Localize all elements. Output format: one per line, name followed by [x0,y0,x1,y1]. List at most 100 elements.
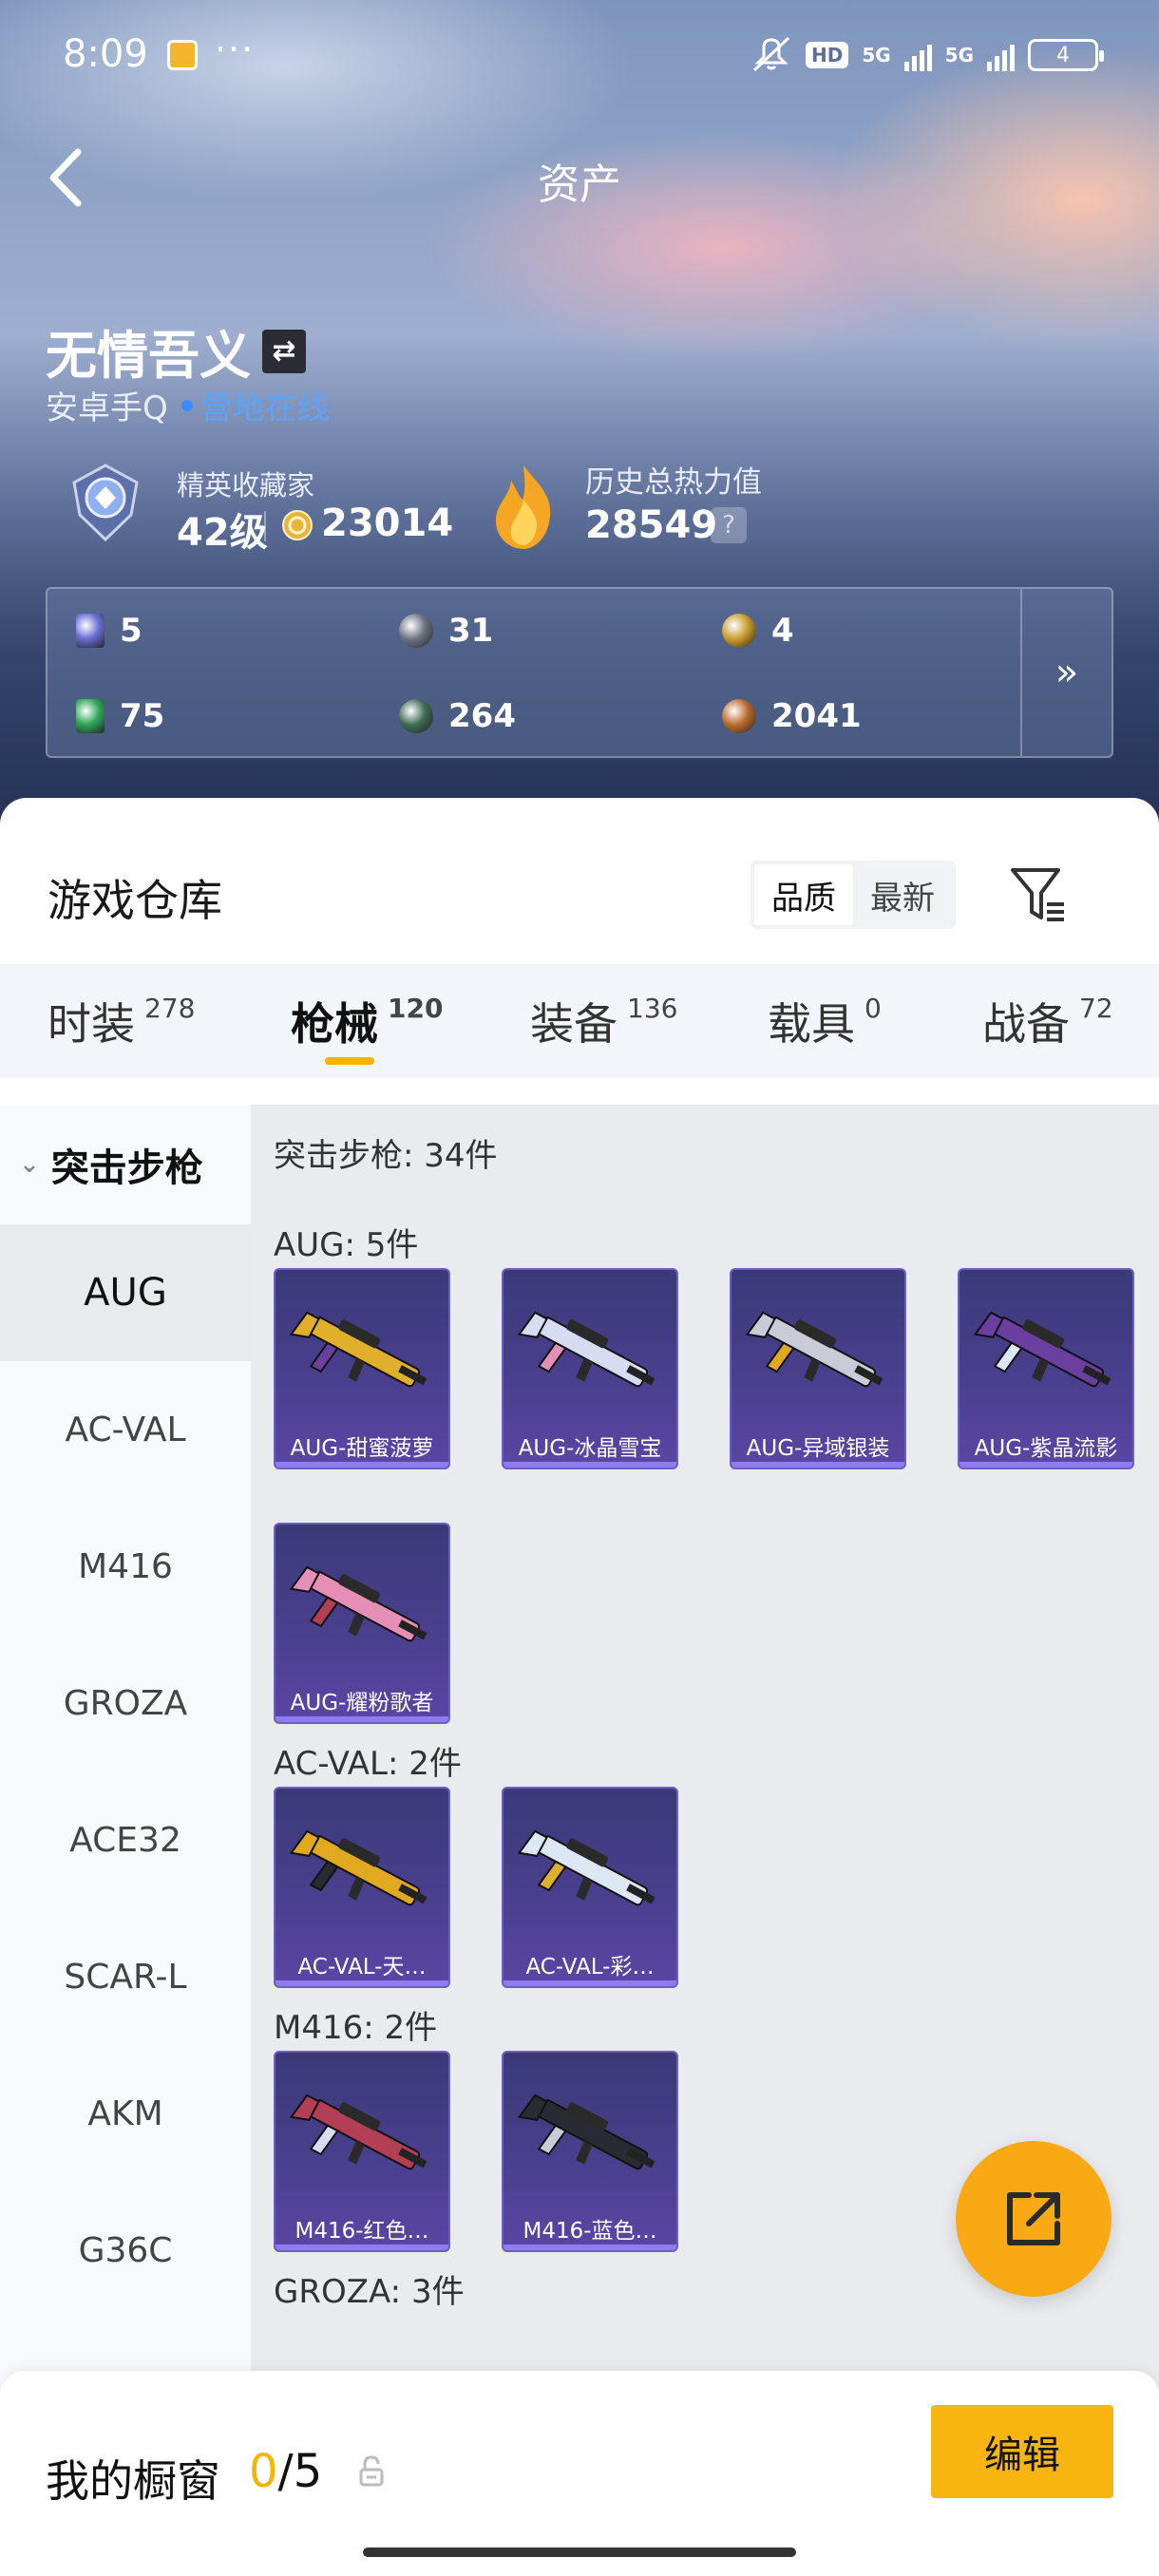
weapon-card[interactable]: AC-VAL-彩… [502,1787,678,1988]
username: 无情吾义 [46,326,251,386]
category-tabs: 时装 278 枪械 120 装备 136 载具 0 战备 72 [0,964,1159,1078]
showcase-bar: 我的橱窗 0/5 编辑 [0,2371,1159,2576]
weapon-name: AUG-耀粉歌者 [290,1691,434,1715]
filter-icon[interactable] [1009,864,1068,925]
card-green-icon [76,699,104,733]
sidebar-group-assault-rifles[interactable]: ⌄ 突击步枪 [0,1105,251,1224]
heat-title: 历史总热力值 [585,465,762,500]
sidebar-item-m416[interactable]: M416 [0,1498,251,1635]
double-chevron-right-icon: » [1054,651,1079,694]
section-heading: GROZA: 3件 [274,2273,465,2311]
sidebar-item-aug[interactable]: AUG [0,1224,251,1361]
profile-header: 8:09 ··· HD 5G 5G 4 资产 无情吾义 ⇄ 安卓手Q 营地在线 [0,0,1159,836]
gold-badge-icon [722,614,756,648]
section-heading: AUG: 5件 [274,1226,419,1264]
weapon-name: AUG-冰晶雪宝 [518,1436,662,1461]
weapon-card[interactable]: AUG-异域银装 [730,1268,906,1469]
signal-icon-2 [987,39,1015,71]
share-button[interactable] [956,2141,1112,2297]
more-stats-button[interactable]: » [1020,589,1112,756]
tab-label: 装备 [530,998,618,1050]
notification-app-icon [167,40,198,70]
sidebar-items: AUG AC-VAL M416 GROZA ACE32 SCAR-L AKM G36C [0,1224,251,2319]
rifle-image-icon [973,1311,1112,1388]
rifle-image-icon [745,1311,884,1388]
weapon-card[interactable]: AUG-耀粉歌者 [274,1523,450,1724]
rank-emblem-icon [72,464,139,542]
section-heading: M416: 2件 [274,2009,438,2047]
weapon-card[interactable]: M416-蓝色… [502,2051,678,2252]
weapon-card[interactable]: M416-红色… [274,2051,450,2252]
more-notifications-icon: ··· [215,28,256,70]
weapon-name: AC-VAL-彩… [525,1955,655,1979]
platform-label: 安卓手Q [46,389,168,427]
sort-newest-button[interactable]: 最新 [853,864,952,925]
tab-firearms[interactable]: 枪械 120 [291,964,443,1078]
home-indicator[interactable] [363,2548,796,2557]
divider [264,511,266,541]
tab-vehicles[interactable]: 载具 0 [768,964,882,1078]
tab-equipment[interactable]: 装备 136 [530,964,677,1078]
app-root: 8:09 ··· HD 5G 5G 4 资产 无情吾义 ⇄ 安卓手Q 营地在线 [0,0,1159,2576]
sidebar-item-g36c[interactable]: G36C [0,2182,251,2319]
rarity-bar [504,1462,676,1468]
tab-count: 72 [1079,992,1113,1024]
rank-title: 精英收藏家 [177,469,315,502]
sidebar-item-ace32[interactable]: ACE32 [0,1771,251,1908]
online-dot-icon [180,399,193,411]
stat-value: 4 [771,612,794,650]
rifle-image-icon [517,1829,656,1906]
rarity-bar [276,1980,448,1986]
asset-stats-panel: 5 31 4 75 264 2041 » [46,587,1113,758]
rank-level: 42级 [177,511,268,555]
page-title: 资产 [538,161,621,209]
sidebar-item-ac-val[interactable]: AC-VAL [0,1361,251,1498]
rarity-bar [504,1980,676,1986]
stat-item: 75 [76,697,164,735]
weapon-name: AUG-紫晶流影 [974,1436,1118,1461]
rarity-bar [504,2245,676,2250]
rarity-bar [732,1462,904,1468]
switch-account-icon[interactable]: ⇄ [262,329,306,373]
status-time: 8:09 [63,32,148,76]
sort-quality-button[interactable]: 品质 [754,864,853,925]
warehouse-title: 游戏仓库 [48,875,222,926]
rifle-image-icon [517,2093,656,2170]
weapon-card[interactable]: AUG-冰晶雪宝 [502,1268,678,1469]
weapon-card[interactable]: AUG-甜蜜菠萝 [274,1268,450,1469]
status-right: HD 5G 5G 4 [750,36,1104,74]
signal-icon-1 [903,39,932,71]
battery-icon: 4 [1028,39,1104,71]
weapon-name: AUG-异域银装 [746,1436,890,1461]
share-external-icon [1007,2192,1060,2245]
heat-value: 28549 [585,503,718,547]
weapon-grid-area: 突击步枪: 34件 AUG: 5件 AUG-甜蜜菠萝 AUG-冰晶雪宝 AUG-异域银装… [251,1105,1159,2576]
sidebar-item-scar-l[interactable]: SCAR-L [0,1908,251,2045]
tab-label: 载具 [768,998,855,1050]
stat-value: 2041 [771,697,862,735]
card-purple-icon [76,614,104,648]
weapon-card[interactable]: AUG-紫晶流影 [958,1268,1134,1469]
rarity-bar [276,1716,448,1722]
network-5g-label-2: 5G [944,44,974,66]
help-icon[interactable]: ? [711,507,747,543]
stat-value: 31 [448,612,494,650]
sidebar-item-akm[interactable]: AKM [0,2045,251,2182]
lock-icon [359,2455,384,2487]
tab-supplies[interactable]: 战备 72 [982,964,1113,1078]
username-row: 无情吾义 ⇄ [46,313,306,388]
chevron-down-icon: ⌄ [19,1150,40,1179]
tab-label: 枪械 [291,998,378,1050]
tab-fashion[interactable]: 时装 278 [48,964,195,1078]
weapon-name: AC-VAL-天… [297,1955,427,1979]
showcase-total: /5 [277,2445,323,2498]
stat-item: 5 [76,612,142,650]
tab-count: 136 [627,992,678,1024]
weapon-type-sidebar: ⌄ 突击步枪 AUG AC-VAL M416 GROZA ACE32 SCAR-L AKM G… [0,1105,251,2576]
weapon-card[interactable]: AC-VAL-天… [274,1787,450,1988]
section-heading: AC-VAL: 2件 [274,1745,462,1783]
edit-showcase-button[interactable]: 编辑 [931,2405,1113,2498]
showcase-used: 0 [249,2445,278,2498]
sidebar-item-groza[interactable]: GROZA [0,1635,251,1771]
showcase-count: 0/5 [249,2445,322,2498]
